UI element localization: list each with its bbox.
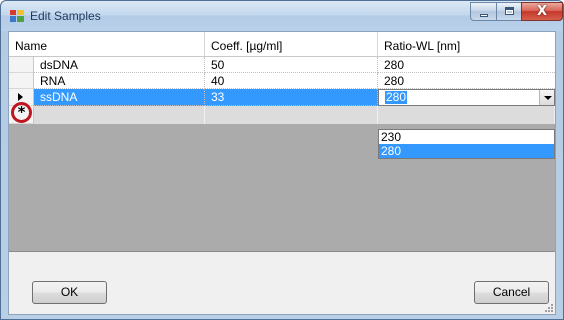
ratio-cell[interactable]: 280 [378,73,555,89]
ok-button[interactable]: OK [32,281,107,304]
coeff-cell[interactable]: 40 [205,73,378,89]
coeff-cell-text: 50 [211,58,225,72]
column-header-ratio-label: Ratio-WL [nm] [384,39,461,53]
app-icon [10,10,24,22]
new-row-header[interactable]: * [9,102,34,124]
chevron-down-icon [544,96,552,100]
column-header-coeff-label: Coeff. [µg/ml] [211,39,283,53]
name-cell[interactable]: RNA [34,73,205,89]
row-header[interactable] [9,73,34,89]
column-header-name-label: Name [15,39,48,53]
new-row[interactable]: * [9,102,555,124]
samples-grid[interactable]: Name Coeff. [µg/ml] Ratio-WL [nm] dsDNA … [9,32,555,252]
minimize-icon [480,14,488,17]
title-bar[interactable]: Edit Samples X [1,1,563,31]
name-cell-text: RNA [40,74,66,88]
window-title: Edit Samples [30,9,101,23]
table-row[interactable]: dsDNA 50 280 [9,57,555,73]
ratio-combobox-value[interactable]: 280 [385,91,408,104]
table-row[interactable]: RNA 40 280 [9,73,555,89]
ratio-cell-text: 280 [384,58,405,72]
new-coeff-cell[interactable] [205,106,378,124]
dialog-client-area: Name Coeff. [µg/ml] Ratio-WL [nm] dsDNA … [8,31,556,315]
ratio-combobox[interactable]: 280 [378,89,555,106]
close-button[interactable]: X [521,2,563,21]
row-header[interactable] [9,57,34,73]
new-ratio-cell[interactable] [378,106,555,124]
maximize-icon [505,7,514,15]
dropdown-button[interactable] [539,90,554,105]
ratio-cell[interactable]: 280 [378,89,555,106]
table-row-selected[interactable]: ssDNA 33 280 [9,89,555,106]
name-cell[interactable]: dsDNA [34,57,205,73]
dropdown-option-highlighted[interactable]: 280 [379,144,554,158]
column-header-name[interactable]: Name [9,32,205,57]
name-cell-text: dsDNA [40,58,79,72]
ratio-dropdown-list[interactable]: 230 280 [378,129,555,159]
new-row-asterisk-icon: * [11,102,32,123]
name-cell[interactable]: ssDNA [34,89,205,106]
name-cell-text: ssDNA [40,90,78,104]
new-name-cell[interactable] [34,106,205,124]
column-header-coeff[interactable]: Coeff. [µg/ml] [205,32,378,57]
ratio-cell[interactable]: 280 [378,57,555,73]
minimize-button[interactable] [470,2,497,21]
close-icon: X [536,4,548,19]
coeff-cell-text: 33 [211,90,225,104]
coeff-cell[interactable]: 33 [205,89,378,106]
maximize-button[interactable] [496,2,522,21]
column-header-ratio[interactable]: Ratio-WL [nm] [378,32,555,57]
dropdown-option[interactable]: 230 [379,130,554,144]
cancel-button[interactable]: Cancel [474,281,549,304]
current-row-arrow-icon [18,93,23,101]
coeff-cell[interactable]: 50 [205,57,378,73]
edit-samples-window: Edit Samples X Name Coeff. [µg/ml] Ratio… [0,0,564,320]
ratio-cell-text: 280 [384,74,405,88]
coeff-cell-text: 40 [211,74,225,88]
resize-grip-icon[interactable] [544,303,554,313]
